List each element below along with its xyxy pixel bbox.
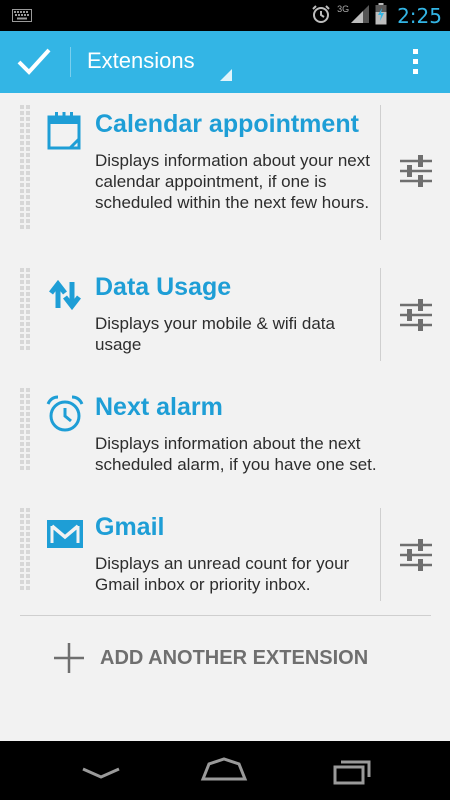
alarm-clock-icon [45,394,85,434]
drag-handle[interactable] [20,508,32,596]
network-type-label: 3G [337,4,350,14]
clock: 2:25 [397,4,442,28]
extension-title: Data Usage [95,273,232,301]
gmail-icon [45,514,85,554]
add-extension-label: ADD ANOTHER EXTENSION [100,646,369,669]
extension-item-calendar[interactable]: Calendar appointment Displays informatio… [20,105,432,240]
item-divider [380,508,381,601]
extension-description: Displays information about your next cal… [95,151,370,212]
extension-title: Calendar appointment [95,110,359,138]
plus-icon [52,641,86,675]
back-icon[interactable] [77,755,125,787]
spinner-indicator-icon [220,69,232,81]
page-title[interactable]: Extensions [87,48,195,74]
extension-title: Gmail [95,513,165,541]
signal-icon [351,4,370,28]
drag-handle[interactable] [20,105,32,235]
overflow-menu-icon[interactable] [410,49,420,77]
settings-sliders-icon[interactable] [398,297,434,333]
extension-description: Displays an unread count for your Gmail … [95,554,350,594]
extension-description: Displays information about the next sche… [95,434,377,474]
extension-description: Displays your mobile & wifi data usage [95,314,335,354]
action-bar: Extensions [0,31,450,93]
calendar-icon [45,111,85,151]
add-extension-button[interactable]: ADD ANOTHER EXTENSION [52,640,368,676]
keyboard-icon [12,9,32,27]
drag-handle[interactable] [20,268,32,356]
list-divider [20,615,431,616]
extension-item-gmail[interactable]: Gmail Displays an unread count for your … [20,508,432,601]
data-transfer-icon [45,274,85,314]
home-icon[interactable] [200,755,248,787]
extension-item-next-alarm[interactable]: Next alarm Displays information about th… [20,388,432,481]
battery-charging-icon [375,2,387,30]
drag-handle[interactable] [20,388,32,476]
recent-apps-icon[interactable] [327,755,375,787]
navigation-bar [0,741,450,800]
item-divider [380,268,381,361]
item-divider [380,105,381,240]
settings-sliders-icon[interactable] [398,153,434,189]
extension-title: Next alarm [95,393,223,421]
status-bar: 3G 2:25 [0,0,450,31]
alarm-icon [311,4,331,29]
check-icon[interactable] [16,47,52,77]
action-bar-divider [70,47,71,77]
extension-item-data-usage[interactable]: Data Usage Displays your mobile & wifi d… [20,268,432,361]
settings-sliders-icon[interactable] [398,537,434,573]
